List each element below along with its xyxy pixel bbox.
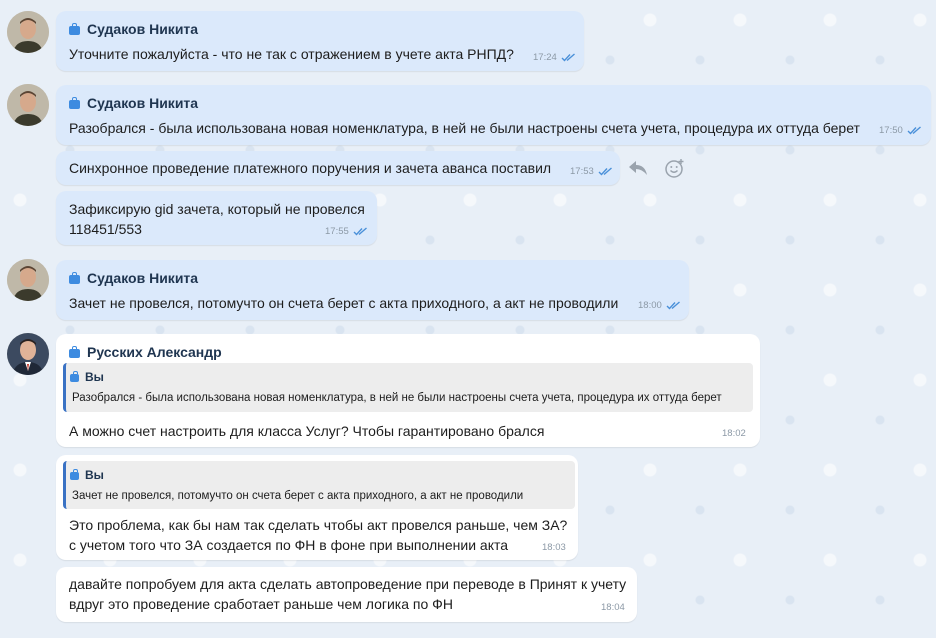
message-bubble[interactable]: Зафиксирую gid зачета, который не провел… bbox=[56, 191, 377, 245]
message-time: 18:00 bbox=[638, 300, 662, 311]
message-time: 18:04 bbox=[601, 602, 625, 613]
message-time: 18:02 bbox=[722, 428, 746, 439]
message-time: 17:24 bbox=[533, 52, 557, 63]
double-check-icon bbox=[353, 227, 367, 236]
message-time: 17:50 bbox=[879, 125, 903, 136]
message-bubble[interactable]: Судаков Никита Разобрался - была использ… bbox=[56, 85, 931, 145]
message-text: с учетом того что ЗА создается по ФН в ф… bbox=[69, 537, 509, 553]
message-text: Зафиксирую gid зачета, который не провел… bbox=[69, 201, 365, 217]
reply-quote[interactable]: Вы Разобрался - была использована новая … bbox=[63, 363, 753, 412]
message-text: Это проблема, как бы нам так сделать что… bbox=[69, 517, 568, 533]
quote-sender: Вы bbox=[70, 468, 104, 482]
reply-icon[interactable] bbox=[628, 160, 648, 176]
message-time: 17:53 bbox=[570, 166, 594, 177]
avatar-sudakov[interactable] bbox=[7, 259, 49, 301]
double-check-icon bbox=[666, 301, 680, 310]
message-bubble[interactable]: Синхронное проведение платежного поручен… bbox=[56, 151, 620, 185]
briefcase-icon bbox=[69, 272, 80, 284]
briefcase-icon bbox=[70, 371, 79, 382]
briefcase-icon bbox=[69, 23, 80, 35]
sender-name[interactable]: Судаков Никита bbox=[69, 21, 198, 37]
emoji-reaction-icon[interactable] bbox=[664, 158, 685, 179]
message-text: Синхронное проведение платежного поручен… bbox=[69, 160, 552, 176]
avatar-sudakov[interactable] bbox=[7, 11, 49, 53]
briefcase-icon bbox=[69, 97, 80, 109]
message-bubble[interactable]: Судаков Никита Зачет не провелся, потому… bbox=[56, 260, 689, 320]
message-text: давайте попробуем для акта сделать автоп… bbox=[69, 576, 627, 592]
message-time: 17:55 bbox=[325, 226, 349, 237]
message-text: Уточните пожалуйста - что не так с отраж… bbox=[69, 46, 514, 62]
reply-quote[interactable]: Вы Зачет не провелся, потомучто он счета… bbox=[63, 461, 575, 509]
briefcase-icon bbox=[70, 469, 79, 480]
quote-text: Зачет не провелся, потомучто он счета бе… bbox=[72, 490, 524, 502]
message-text: Разобрался - была использована новая ном… bbox=[69, 120, 860, 136]
sender-name[interactable]: Судаков Никита bbox=[69, 270, 198, 286]
message-bubble[interactable]: Судаков Никита Уточните пожалуйста - что… bbox=[56, 11, 584, 71]
double-check-icon bbox=[561, 53, 575, 62]
message-text: 118451/553 bbox=[69, 221, 142, 237]
double-check-icon bbox=[907, 126, 921, 135]
message-bubble[interactable]: Вы Зачет не провелся, потомучто он счета… bbox=[56, 455, 578, 560]
message-bubble[interactable]: давайте попробуем для акта сделать автоп… bbox=[56, 567, 637, 622]
avatar-russkikh[interactable] bbox=[7, 333, 49, 375]
message-time: 18:03 bbox=[542, 542, 566, 553]
message-text: А можно счет настроить для класса Услуг?… bbox=[69, 423, 545, 439]
sender-name[interactable]: Судаков Никита bbox=[69, 95, 198, 111]
message-text: вдруг это проведение сработает раньше че… bbox=[69, 596, 453, 612]
quote-sender: Вы bbox=[70, 370, 104, 384]
briefcase-icon bbox=[69, 346, 80, 358]
double-check-icon bbox=[598, 167, 612, 176]
message-text: Зачет не провелся, потомучто он счета бе… bbox=[69, 295, 619, 311]
quote-text: Разобрался - была использована новая ном… bbox=[72, 392, 722, 404]
sender-name[interactable]: Русских Александр bbox=[69, 344, 222, 360]
message-bubble[interactable]: Русских Александр Вы Разобрался - была и… bbox=[56, 334, 760, 447]
avatar-sudakov[interactable] bbox=[7, 84, 49, 126]
